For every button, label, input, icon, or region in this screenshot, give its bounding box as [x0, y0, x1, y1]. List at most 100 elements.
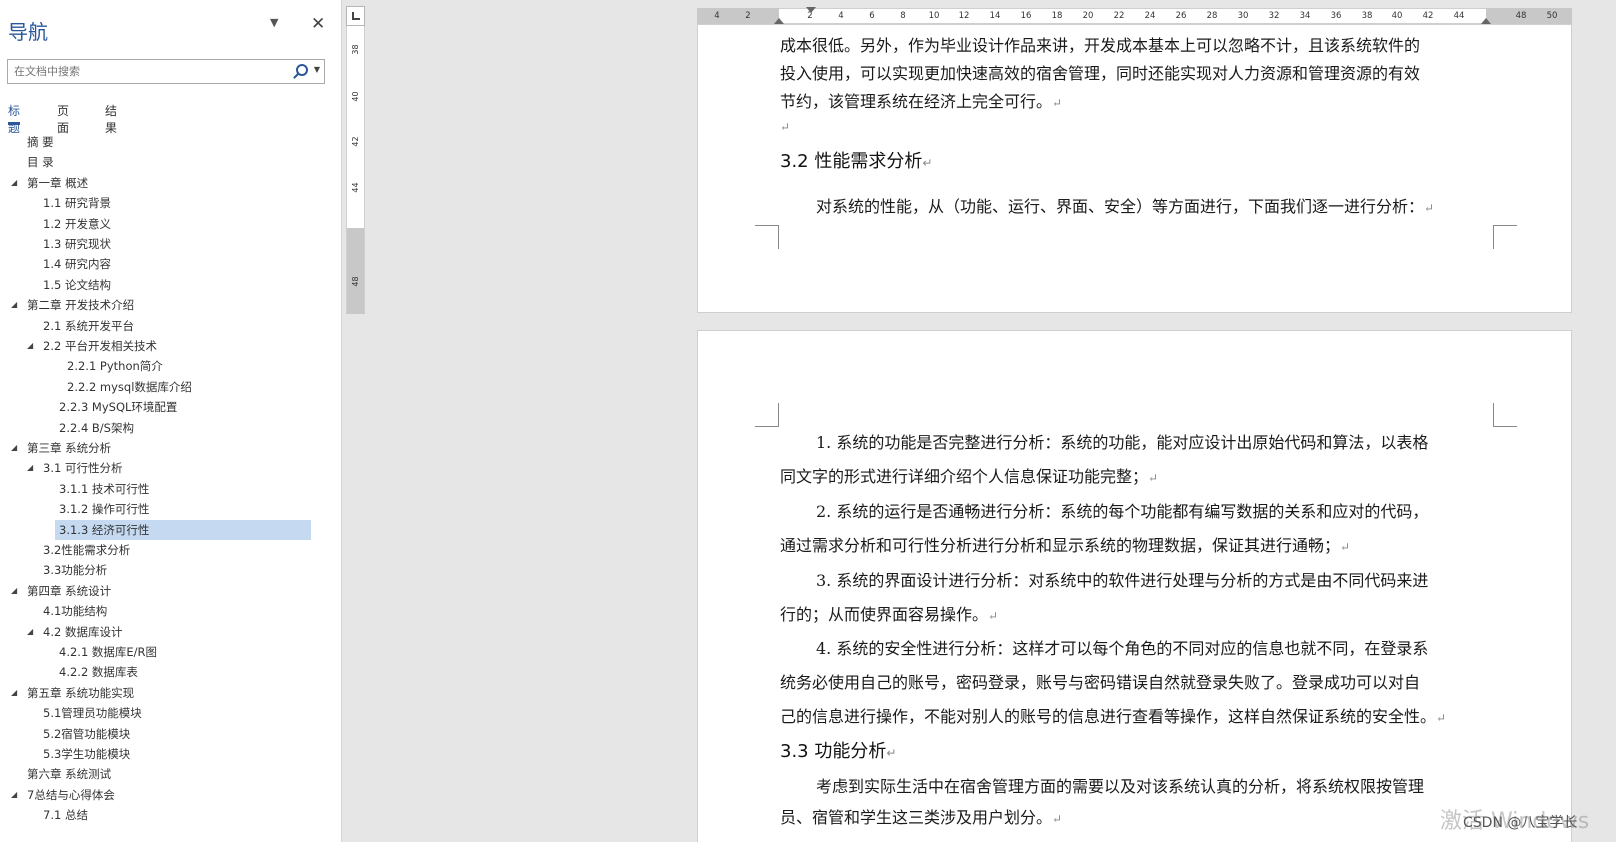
outline-item[interactable]: 1.5 论文结构 [43, 275, 111, 295]
ruler-tick-label: 28 [1206, 11, 1218, 21]
outline-item[interactable]: 4.2.2 数据库表 [59, 662, 138, 682]
outline-item[interactable]: 4.1功能结构 [43, 601, 107, 621]
outline-item[interactable]: 7.1 总结 [43, 805, 88, 825]
ruler-tick-label: 14 [989, 11, 1001, 21]
body-text-line: 员、宿管和学生这三类涉及用户划分。↵ [780, 808, 1063, 827]
outline-item[interactable]: 5.3学生功能模块 [43, 744, 130, 764]
tab-selector-icon[interactable] [346, 6, 365, 26]
outline-item[interactable]: 第一章 概述 [27, 173, 88, 193]
outline-item[interactable]: 2.2 平台开发相关技术 [43, 336, 157, 356]
outline-item[interactable]: 目 录 [27, 152, 54, 172]
ruler-tick-label: 26 [1175, 11, 1187, 21]
ruler-tick-label: 42 [351, 136, 360, 147]
navigation-pane: 导航 ▼ ✕ ▼ 标题 页面 结果 摘 要目 录◢第一章 概述1.1 研究背景1… [0, 0, 342, 842]
search-icon[interactable] [296, 64, 308, 76]
outline-item[interactable]: 第四章 系统设计 [27, 581, 111, 601]
ruler-tick-label: 6 [869, 11, 875, 21]
ruler-tick-label: 44 [351, 182, 360, 193]
list-item-4: 4. 系统的安全性进行分析：这样才可以每个角色的不同对应的信息也就不同，在登录系 [816, 639, 1429, 658]
outline-item[interactable]: 5.2宿管功能模块 [43, 724, 130, 744]
collapse-triangle-icon[interactable]: ◢ [27, 463, 33, 473]
tab-headings[interactable]: 标题 [8, 102, 21, 136]
outline-item[interactable]: 第二章 开发技术介绍 [27, 295, 134, 315]
ruler-tick-label: 38 [351, 44, 360, 55]
list-item-2: 2. 系统的运行是否通畅进行分析：系统的每个功能都有编写数据的关系和应对的代码， [816, 502, 1429, 521]
paragraph-mark: ↵ [780, 120, 791, 134]
outline-item[interactable]: 2.2.4 B/S架构 [59, 418, 134, 438]
body-text-line: 投入使用，可以实现更加快速高效的宿舍管理，同时还能实现对人力资源和管理资源的有效 [780, 64, 1421, 83]
ruler-tick-label: 48 [351, 276, 360, 287]
collapse-triangle-icon[interactable]: ◢ [11, 178, 17, 188]
paragraph-mark: ↵ [1340, 540, 1351, 554]
crop-mark [755, 225, 779, 249]
tab-results[interactable]: 结果 [105, 102, 117, 136]
paragraph-mark: ↵ [1052, 96, 1063, 110]
collapse-triangle-icon[interactable]: ◢ [11, 443, 17, 453]
collapse-triangle-icon[interactable]: ◢ [11, 688, 17, 698]
search-input[interactable] [8, 60, 278, 83]
nav-options-dropdown-icon[interactable]: ▼ [270, 16, 278, 29]
outline-item[interactable]: 第三章 系统分析 [27, 438, 111, 458]
outline-item[interactable]: 2.2.3 MySQL环境配置 [59, 397, 177, 417]
first-line-indent-marker[interactable] [806, 7, 816, 13]
outline-item[interactable]: 3.2性能需求分析 [43, 540, 130, 560]
collapse-triangle-icon[interactable]: ◢ [11, 790, 17, 800]
body-text-line: 对系统的性能，从（功能、运行、界面、安全）等方面进行，下面我们逐一进行分析：↵ [816, 197, 1435, 216]
outline-item[interactable]: 1.4 研究内容 [43, 254, 111, 274]
outline-item[interactable]: 1.3 研究现状 [43, 234, 111, 254]
heading-3-3: 3.3 功能分析↵ [780, 741, 897, 762]
list-item-4-cont: 己的信息进行操作，不能对别人的账号的信息进行查看等操作，这样自然保证系统的安全性… [780, 707, 1447, 726]
list-item-4-cont: 统务必使用自己的账号，密码登录，账号与密码错误自然就登录失败了。登录成功可以对自 [780, 673, 1421, 692]
ruler-tick-label: 38 [1361, 11, 1373, 21]
outline-item[interactable]: 4.2 数据库设计 [43, 622, 122, 642]
document-page-2[interactable]: 1. 系统的功能是否完整进行分析：系统的功能，能对应设计出原始代码和算法，以表格… [697, 330, 1572, 842]
list-item-2-cont: 通过需求分析和可行性分析进行分析和显示系统的物理数据，保证其进行通畅；↵ [780, 536, 1351, 555]
document-page-1[interactable]: 成本很低。另外，作为毕业设计作品来讲，开发成本基本上可以忽略不计，且该系统软件的… [697, 24, 1572, 313]
outline-item[interactable]: 1.2 开发意义 [43, 214, 111, 234]
crop-mark [1493, 403, 1517, 427]
outline-item[interactable]: 3.1 可行性分析 [43, 458, 122, 478]
collapse-triangle-icon[interactable]: ◢ [27, 627, 33, 637]
list-item-3: 3. 系统的界面设计进行分析：对系统中的软件进行处理与分析的方式是由不同代码来进 [816, 571, 1429, 590]
collapse-triangle-icon[interactable]: ◢ [27, 341, 33, 351]
chevron-down-icon[interactable]: ▼ [314, 65, 320, 74]
ruler-tick-label: 40 [1391, 11, 1403, 21]
paragraph-mark: ↵ [988, 609, 999, 623]
ruler-tick-label: 20 [1082, 11, 1094, 21]
outline-item[interactable]: 摘 要 [27, 132, 54, 152]
outline-item[interactable]: 3.1.1 技术可行性 [59, 479, 149, 499]
ruler-tick-label: 48 [1515, 11, 1527, 21]
ruler-tick-label: 42 [1422, 11, 1434, 21]
outline-item[interactable]: 2.2.2 mysql数据库介绍 [67, 377, 192, 397]
nav-search-box[interactable]: ▼ [7, 59, 325, 84]
outline-item[interactable]: 第五章 系统功能实现 [27, 683, 134, 703]
outline-item[interactable]: 3.1.2 操作可行性 [59, 499, 149, 519]
outline-item[interactable]: 1.1 研究背景 [43, 193, 111, 213]
ruler-tick-label: 40 [351, 91, 360, 102]
close-icon[interactable]: ✕ [311, 14, 325, 34]
crop-mark [1493, 225, 1517, 249]
ruler-tick-label: 16 [1020, 11, 1032, 21]
heading-3-2: 3.2 性能需求分析↵ [780, 151, 933, 172]
list-item-3-cont: 行的；从而使界面容易操作。↵ [780, 605, 999, 624]
outline-item[interactable]: 2.1 系统开发平台 [43, 316, 134, 336]
outline-item[interactable]: 4.2.1 数据库E/R图 [59, 642, 157, 662]
ruler-tick-label: 34 [1299, 11, 1311, 21]
vertical-ruler-margin [347, 228, 364, 314]
outline-item[interactable]: 3.1.3 经济可行性 [59, 520, 149, 540]
outline-item[interactable]: 第六章 系统测试 [27, 764, 111, 784]
outline-item[interactable]: 5.1管理员功能模块 [43, 703, 142, 723]
outline-item[interactable]: 2.2.1 Python简介 [67, 356, 163, 376]
tab-pages[interactable]: 页面 [57, 102, 69, 136]
outline-item[interactable]: 3.3功能分析 [43, 560, 107, 580]
ruler-tick-label: 18 [1051, 11, 1063, 21]
body-text-line: 节约，该管理系统在经济上完全可行。↵ [780, 92, 1063, 111]
ruler-tick-label: 32 [1268, 11, 1280, 21]
outline-item[interactable]: 7总结与心得体会 [27, 785, 115, 805]
paragraph-mark: ↵ [1424, 201, 1435, 215]
collapse-triangle-icon[interactable]: ◢ [11, 586, 17, 596]
horizontal-ruler[interactable] [697, 8, 1572, 24]
collapse-triangle-icon[interactable]: ◢ [11, 300, 17, 310]
ruler-tick-label: 10 [928, 11, 940, 21]
ruler-tick-label: 24 [1144, 11, 1156, 21]
